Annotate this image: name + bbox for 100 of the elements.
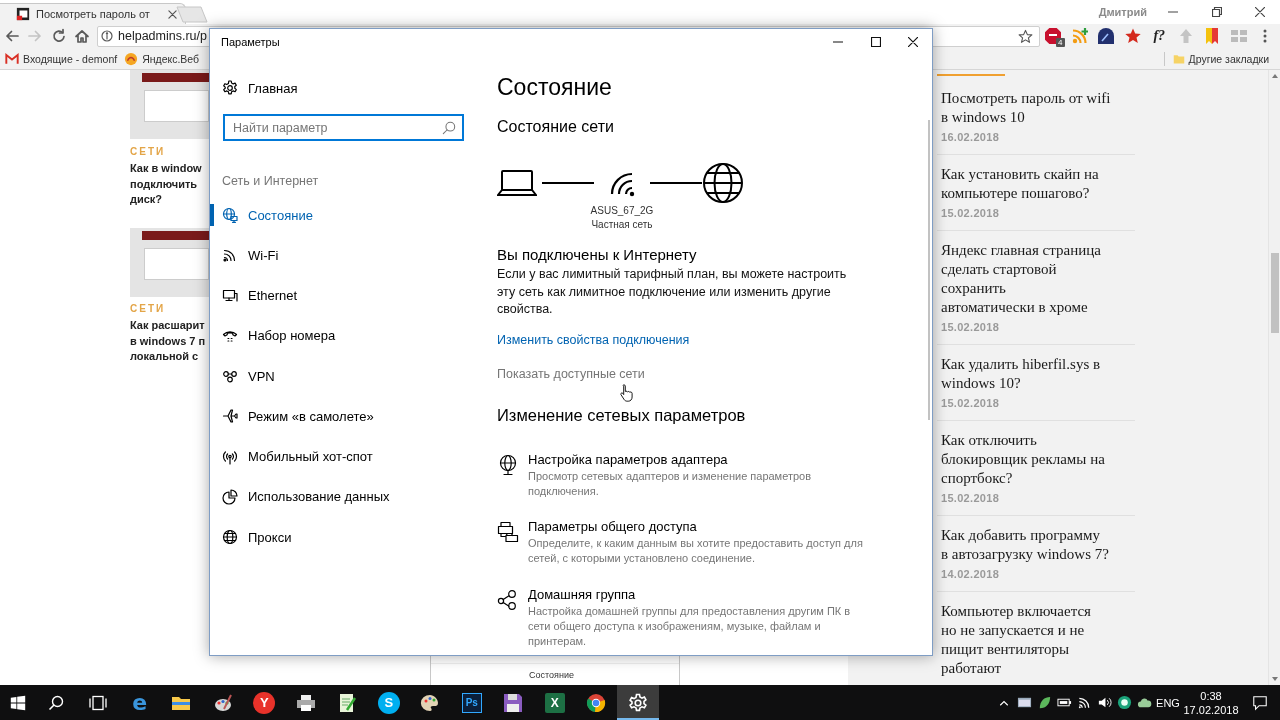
clock-date[interactable]: 17.02.2018 [1183, 702, 1239, 717]
globe-monitor-icon [222, 207, 238, 224]
wifi-icon [222, 247, 238, 264]
clock-time[interactable]: 0:38 [1200, 688, 1222, 703]
maximize-icon[interactable] [870, 37, 881, 47]
letter-logo: Y [253, 691, 276, 714]
back-icon[interactable] [3, 28, 20, 44]
option-link[interactable]: Домашняя группа [528, 585, 636, 604]
reload-icon[interactable] [50, 28, 67, 44]
close-icon[interactable] [168, 9, 177, 19]
home-icon[interactable] [74, 28, 91, 44]
menu-icon[interactable] [1263, 28, 1267, 44]
article-date: 15.02.2018 [941, 396, 1000, 411]
status-heading: Вы подключены к Интернету [497, 245, 697, 265]
option-description: Просмотр сетевых адаптеров и изменение параметров подключения. [528, 468, 813, 499]
profile-name[interactable]: Дмитрий [1098, 6, 1147, 18]
palette-brush-icon [212, 692, 233, 713]
palette-icon [420, 692, 441, 713]
scrollbar[interactable] [1268, 70, 1280, 685]
article-link[interactable]: Компьютер включается но не запускается и не пищит вентиляторы работают [941, 602, 1091, 678]
nav-item[interactable]: Состояние [210, 195, 481, 236]
stacked-boxes-icon [497, 521, 519, 543]
taskbar-button[interactable]: Ps [451, 685, 493, 720]
home-link[interactable]: Главная [210, 68, 481, 108]
section-heading: Состояние сети [497, 117, 614, 137]
arc-logo-icon [124, 51, 139, 66]
nav-item[interactable]: VPN [210, 356, 481, 397]
link[interactable]: Показать доступные сети [497, 364, 645, 383]
folder-icon [1172, 52, 1185, 65]
taskbar-button[interactable]: e [119, 685, 161, 720]
article-link[interactable]: Как добавить программу в автозагрузку windows 7? [941, 526, 1109, 564]
article-link[interactable]: Как удалить hiberfil.sys в windows 10? [941, 355, 1101, 393]
connection-line [650, 182, 702, 184]
link[interactable]: Изменить свойства подключения [497, 330, 690, 349]
taskbar-button[interactable]: Y [243, 685, 285, 720]
article-link[interactable]: Яндекс главная страница сделать стартовой сохранить автоматически в хроме [941, 241, 1101, 317]
letter-logo: e [131, 691, 149, 714]
search-field[interactable]: Найти параметр [223, 114, 464, 141]
close-icon[interactable] [908, 37, 919, 47]
settings-icon [627, 692, 648, 713]
speaker-icon[interactable] [1096, 695, 1112, 710]
nav-item[interactable]: Использование данных [210, 476, 481, 517]
letter-logo: S [377, 691, 400, 714]
info-icon[interactable] [101, 30, 113, 42]
taskbar-button[interactable]: X [534, 685, 576, 720]
wifi-icon[interactable] [1076, 695, 1092, 710]
screenshot-title: Состояние [529, 669, 574, 680]
letter-logo: X [544, 692, 565, 713]
segmented-circle-icon [586, 692, 607, 713]
nav-item[interactable]: Прокси [210, 517, 481, 558]
article-link[interactable]: Как расшарит в windows 7 п локальной с [130, 318, 206, 365]
article-date: 15.02.2018 [941, 206, 1000, 221]
article-link[interactable]: Как установить скайп на компьютере пошагово? [941, 165, 1099, 203]
feed-plus-icon[interactable] [1070, 27, 1089, 45]
article-date: 14.02.2018 [941, 567, 1000, 582]
close-icon[interactable] [1254, 7, 1265, 17]
hand-cursor-icon [620, 384, 633, 402]
monitor-icon [222, 287, 238, 304]
article-link[interactable]: Посмотреть пароль от wifi в windows 10 [941, 89, 1111, 127]
article-link[interactable]: Как отключить блокировщик рекламы на спортбокс? [941, 431, 1105, 488]
browser-tab[interactable]: Посмотреть пароль от [0, 3, 186, 24]
scrollbar[interactable] [928, 120, 930, 420]
octagon-icon[interactable] [1044, 27, 1063, 45]
airplane-icon [222, 408, 238, 425]
option-link[interactable]: Настройка параметров адаптера [528, 450, 728, 469]
ring-icon[interactable] [1116, 695, 1132, 710]
globe-icon [222, 529, 238, 546]
option-description: Настройка домашней группы для предоставления другим ПК в сети общего доступа к изображениям, музыке, файлам и принтерам. [528, 603, 852, 649]
option-description: Определите, к каким данным вы хотите предоставить доступ для сетей, с которыми установлено соединение. [528, 536, 864, 566]
notification-icon[interactable] [1252, 694, 1268, 711]
network-profile: Частная сеть [591, 218, 653, 232]
bookmark-link[interactable]: Входящие - demonf [5, 51, 118, 66]
bookmark-folder[interactable]: Другие закладки [1172, 52, 1269, 65]
article-date: 16.02.2018 [941, 130, 1000, 145]
star-icon[interactable] [1123, 27, 1142, 45]
nav-item[interactable]: Режим «в самолете» [210, 396, 481, 437]
laptop-icon [497, 169, 537, 197]
page-title: Состояние [497, 73, 612, 102]
article-link[interactable]: Как в window подключить диск? [130, 161, 202, 208]
bookmark-link[interactable]: Яндекс.Веб [124, 51, 200, 66]
gauge-icon[interactable] [1097, 27, 1116, 45]
nav-item[interactable]: Wi-Fi [210, 235, 481, 276]
restore-icon[interactable] [1212, 7, 1222, 17]
star-icon[interactable] [1018, 28, 1033, 44]
site-logo-icon [16, 7, 30, 21]
taskbar-button[interactable] [617, 685, 659, 720]
language-indicator[interactable]: ENG [1154, 696, 1182, 709]
windows-logo-icon[interactable] [10, 694, 26, 711]
connected-circles-icon [497, 588, 519, 611]
option-link[interactable]: Параметры общего доступа [528, 518, 697, 536]
nav-item[interactable]: Ethernet [210, 275, 481, 316]
nav-item[interactable]: Мобильный хот-спот [210, 436, 481, 477]
section-label: Сеть и Интернет [222, 173, 319, 190]
task-view-icon[interactable] [88, 694, 107, 711]
mail-icon [5, 51, 19, 66]
document-pen-icon [337, 692, 358, 713]
extension-button[interactable]: f? [1153, 28, 1166, 44]
window-icon[interactable] [1016, 695, 1032, 710]
nav-item[interactable]: Набор номера [210, 315, 481, 356]
search-icon[interactable] [48, 694, 64, 711]
